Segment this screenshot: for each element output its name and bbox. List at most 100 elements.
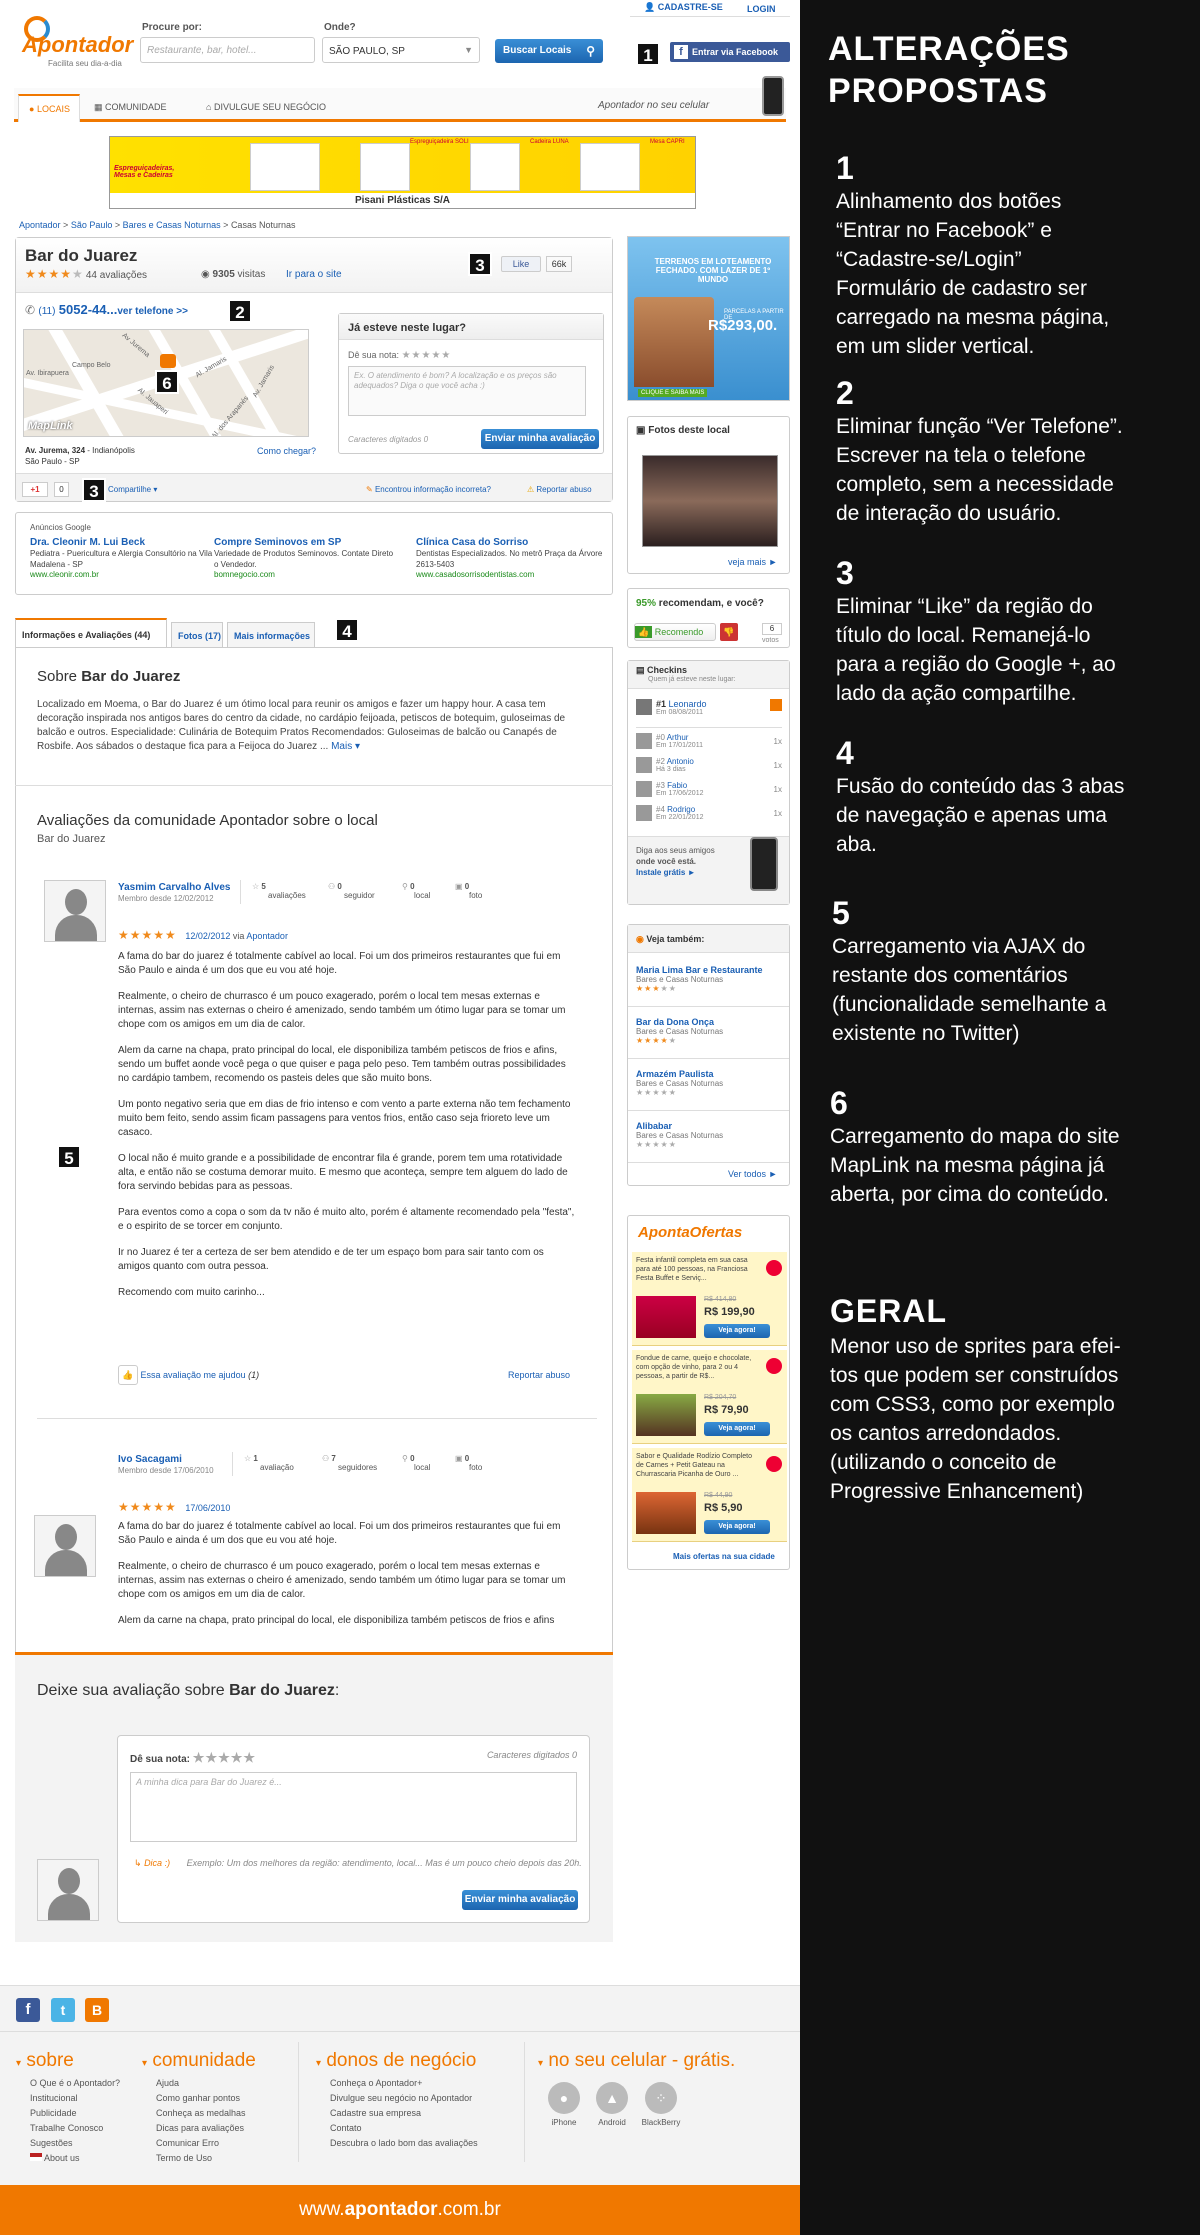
see-also-widget: ◉ Veja também: Maria Lima Bar e Restaura…: [627, 924, 790, 1186]
checkin-item[interactable]: #4 Rodrigo Em 22/01/2012 1x: [636, 805, 782, 821]
android-icon: ▲: [596, 2082, 628, 2114]
checkins-widget: ▤ Checkins Quem já esteve neste lugar: #…: [627, 660, 790, 905]
google-ad-1[interactable]: Dra. Cleonir M. Lui Beck Pediatra - Puer…: [30, 537, 220, 579]
login-link[interactable]: LOGIN: [747, 4, 776, 14]
banner-company: Pisani Plásticas S/A: [354, 195, 451, 206]
pin-icon: ⚲: [402, 882, 408, 891]
followers-icon: ⚇: [328, 882, 336, 891]
leave-review-submit[interactable]: Enviar minha avaliação: [462, 1890, 578, 1910]
footer-col-sobre: ▾ sobre O Que é o Apontador? Institucion…: [16, 2050, 121, 2163]
avatar: [636, 781, 652, 797]
google-ad-2[interactable]: Compre Seminovos em SP Variedade de Prod…: [214, 537, 394, 579]
rating-input-stars[interactable]: ★★★★★: [193, 1750, 256, 1765]
facebook-login-button[interactable]: f Entrar via Facebook: [670, 42, 790, 62]
avatar: [636, 733, 652, 749]
reviewer-stat: ⚲ 0 local: [402, 882, 431, 900]
reviewer-name[interactable]: Ivo Sacagami: [118, 1454, 182, 1465]
tab-photos[interactable]: Fotos (17): [171, 622, 223, 648]
tab-locais[interactable]: ● LOCAIS: [18, 94, 80, 122]
notes-panel: ALTERAÇÕES PROPOSTAS 1 Alinhamento dos b…: [800, 0, 1200, 2235]
offer-image: [636, 1394, 696, 1436]
google-ad-3[interactable]: Clínica Casa do Sorriso Dentistas Especi…: [416, 537, 606, 579]
checkin-item[interactable]: #0 Arthur Em 17/01/2011 1x: [636, 733, 782, 749]
avatar[interactable]: [34, 1515, 96, 1577]
place-rating: ★★★★★ 44 avaliações: [25, 267, 148, 281]
helpful-button[interactable]: 👍 Essa avaliação me ajudou (1): [118, 1365, 259, 1385]
thumbs-down-button[interactable]: 👎: [720, 623, 738, 641]
note-5: 5 Carregamento via AJAX do restante dos c…: [832, 895, 1107, 1045]
show-phone-link[interactable]: ver telefone >>: [117, 306, 188, 317]
report-info-link[interactable]: ✎ Encontrou informação incorreta?: [366, 485, 491, 494]
marker-1: 1: [636, 42, 660, 66]
mobile-promo-link[interactable]: Apontador no seu celular: [598, 100, 709, 111]
search-input[interactable]: Restaurante, bar, hotel...: [140, 37, 315, 63]
see-also-item[interactable]: Maria Lima Bar e Restaurante Bares e Cas…: [628, 957, 789, 1007]
see-also-item[interactable]: Armazém Paulista Bares e Casas Noturnas …: [628, 1061, 789, 1111]
logo[interactable]: Apontador Facilita seu dia-a-dia: [18, 14, 133, 68]
note-4: 4 Fusão do conteúdo das 3 abas de navegaç…: [836, 735, 1125, 856]
logo-text: Apontador: [22, 32, 134, 57]
leave-review-title: Deixe sua avaliação sobre Bar do Juarez:: [37, 1682, 340, 1699]
android-app[interactable]: ▲ Android: [594, 2082, 630, 2127]
offer-item[interactable]: Festa infantil completa em sua casa para…: [632, 1252, 787, 1346]
blogger-icon[interactable]: B: [85, 1998, 109, 2022]
search-button[interactable]: Buscar Locais ⚲: [495, 39, 603, 63]
like-button[interactable]: Like: [501, 256, 541, 272]
reviews-title: Avaliações da comunidade Apontador sobre…: [37, 812, 378, 829]
reviewer-since: Membro desde 17/06/2010: [118, 1466, 214, 1475]
report-abuse-link[interactable]: ⚠ Reportar abuso: [527, 485, 592, 494]
checkin-item[interactable]: #3 Fabio Em 17/06/2012 1x: [636, 781, 782, 797]
see-also-item[interactable]: Alibabar Bares e Casas Noturnas ★★★★★: [628, 1113, 789, 1163]
checkin-icon: ▤: [636, 665, 645, 675]
twitter-icon[interactable]: t: [51, 1998, 75, 2022]
tab-comunidade[interactable]: ▦ COMUNIDADE: [94, 102, 167, 113]
camera-icon: ▣: [455, 882, 463, 891]
quick-review-submit[interactable]: Enviar minha avaliação: [481, 429, 599, 449]
recommend-button[interactable]: 👍 Recomendo: [634, 623, 716, 641]
rating-input-stars[interactable]: ★★★★★: [402, 350, 452, 361]
checkin-item[interactable]: #2 Antonio Há 3 dias 1x: [636, 757, 782, 773]
checkin-item[interactable]: #1 Leonardo Em 08/08/2011: [636, 699, 782, 716]
tab-info-reviews[interactable]: Informações e Avaliações (44): [15, 618, 167, 648]
chevron-down-icon: ▼: [464, 45, 473, 55]
logo-tagline: Facilita seu dia-a-dia: [48, 59, 122, 68]
signup-link[interactable]: 👤 CADASTRE-SE: [644, 2, 723, 13]
more-offers-link[interactable]: Mais ofertas na sua cidade: [673, 1552, 775, 1561]
read-more-link[interactable]: Mais ▾: [331, 741, 360, 752]
tab-more-info[interactable]: Mais informações: [227, 622, 315, 648]
like-count: 66k: [546, 256, 572, 272]
quick-review-textarea[interactable]: Ex. O atendimento é bom? A localização e…: [348, 366, 586, 416]
map-pin-icon: [160, 354, 176, 368]
sidebar-ad[interactable]: TERRENOS EM LOTEAMENTO FECHADO. COM LAZE…: [627, 236, 790, 401]
report-review-link[interactable]: Reportar abuso: [508, 1370, 570, 1380]
blackberry-app[interactable]: ⁘ BlackBerry: [636, 2082, 686, 2127]
checkin-promo[interactable]: Diga aos seus amigos onde você está. Ins…: [636, 845, 715, 878]
checkins-header: ▤ Checkins Quem já esteve neste lugar:: [628, 661, 789, 689]
where-select[interactable]: SÃO PAULO, SP ▼: [322, 37, 480, 63]
reviewer-stat: ☆ 5 avaliações: [252, 882, 306, 900]
eye-icon: ◉: [201, 269, 210, 280]
offer-item[interactable]: Sabor e Qualidade Rodízio Completo de Ca…: [632, 1448, 787, 1542]
recommend-widget: 95% recomendam, e você? 👍 Recomendo 👎 6 …: [627, 588, 790, 648]
offer-item[interactable]: Fondue de carne, queijo e chocolate, com…: [632, 1350, 787, 1444]
reviewer-stat: ⚇ 0 seguidor: [328, 882, 375, 900]
see-all-link[interactable]: Ver todos ►: [728, 1169, 777, 1179]
share-link[interactable]: Compartilhe ▾: [108, 485, 157, 494]
leave-review-textarea[interactable]: A minha dica para Bar do Juarez é...: [130, 1772, 577, 1842]
gplus-button[interactable]: +1: [22, 482, 48, 497]
banner-ad[interactable]: Espreguiçadeiras, Mesas e Cadeiras Espre…: [109, 136, 696, 209]
facebook-icon[interactable]: f: [16, 1998, 40, 2022]
see-also-item[interactable]: Bar da Dona Onça Bares e Casas Noturnas …: [628, 1009, 789, 1059]
directions-link[interactable]: Como chegar?: [257, 446, 316, 456]
reviewer-name[interactable]: Yasmim Carvalho Alves: [118, 882, 230, 893]
tab-divulgue[interactable]: ⌂ DIVULGUE SEU NEGÓCIO: [206, 102, 326, 112]
banner-left-text: Espreguiçadeiras, Mesas e Cadeiras: [114, 165, 175, 179]
photos-more-link[interactable]: veja mais ►: [728, 557, 777, 567]
reviewer-stat: ▣ 0 foto: [455, 882, 483, 900]
thumbs-up-icon: 👍: [118, 1365, 138, 1385]
avatar[interactable]: [44, 880, 106, 942]
place-photo[interactable]: [642, 455, 778, 547]
iphone-app[interactable]: ● iPhone: [546, 2082, 582, 2127]
site-link[interactable]: Ir para o site: [286, 269, 342, 280]
avatar: [37, 1859, 99, 1921]
